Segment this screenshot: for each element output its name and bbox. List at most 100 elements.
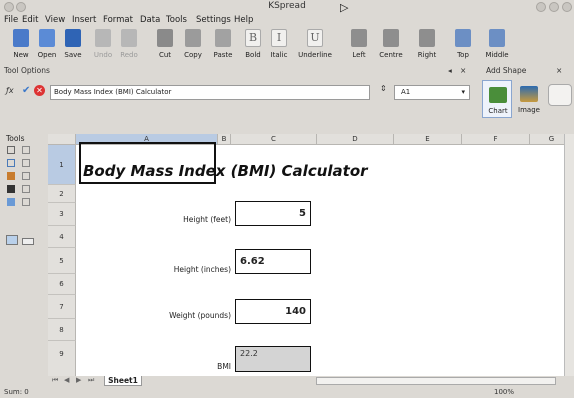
scissors-icon — [157, 29, 173, 47]
window-title: KSpread — [268, 1, 306, 11]
function-icon[interactable]: ƒx — [6, 86, 14, 95]
save-icon — [65, 29, 81, 47]
align-top-icon — [455, 29, 471, 47]
mouse-cursor-icon: ▷ — [340, 1, 349, 14]
left-button[interactable]: Left — [342, 27, 376, 65]
corner-header[interactable] — [48, 134, 76, 145]
pencil-tool-icon[interactable] — [7, 172, 15, 180]
middle-button[interactable]: Middle — [480, 27, 514, 65]
save-button[interactable]: Save — [56, 27, 90, 65]
height-feet-cell[interactable]: 5 — [235, 201, 311, 226]
row-header-8[interactable]: 8 — [48, 319, 76, 341]
spin-updown-icon[interactable]: ⇕ — [380, 84, 387, 93]
row-header-6[interactable]: 6 — [48, 274, 76, 295]
menu-format[interactable]: Format — [103, 15, 133, 25]
dock-float-icon[interactable]: ◂ — [448, 66, 452, 75]
zoom-level[interactable]: 100% — [494, 388, 514, 396]
bmi-result-cell[interactable]: 22.2 — [235, 346, 311, 372]
add-shape-header[interactable]: Add Shape — [486, 66, 526, 75]
select-tool-icon[interactable] — [7, 146, 15, 154]
cell-tool-icon[interactable] — [6, 235, 18, 245]
chart-shape-button[interactable]: Chart — [482, 80, 512, 118]
zoom-tool-icon[interactable] — [7, 159, 15, 167]
formula-input[interactable]: Body Mass Index (BMI) Calculator — [50, 85, 370, 100]
spreadsheet-grid[interactable]: A B C D E F G 1 2 3 4 5 6 7 8 9 Body Mas… — [48, 134, 574, 377]
add-shape-panel: Chart Image — [476, 78, 574, 122]
right-button[interactable]: Right — [410, 27, 444, 65]
menu-help[interactable]: Help — [234, 15, 253, 25]
undo-icon — [95, 29, 111, 47]
paste-icon — [215, 29, 231, 47]
sheet-tab-bar: ⏮ ◀ ▶ ⏭ Sheet1 — [48, 376, 574, 387]
italic-button[interactable]: I Italic — [262, 27, 296, 65]
close-icon[interactable] — [562, 2, 572, 12]
menu-data[interactable]: Data — [140, 15, 160, 25]
tool-options-header[interactable]: Tool Options — [4, 66, 50, 75]
more-shapes-icon[interactable] — [548, 84, 572, 106]
connector-tool-icon[interactable] — [7, 198, 15, 206]
dock-close-icon[interactable]: × — [460, 66, 466, 75]
top-button[interactable]: Top — [446, 27, 480, 65]
column-header-b[interactable]: B — [218, 134, 231, 145]
accept-check-icon[interactable]: ✔ — [22, 85, 30, 96]
italic-icon: I — [271, 29, 287, 47]
row-header-2[interactable]: 2 — [48, 185, 76, 203]
centre-button[interactable]: Centre — [374, 27, 408, 65]
tools-dock: Tools — [0, 132, 46, 382]
menu-file[interactable]: File — [4, 15, 18, 25]
menu-settings[interactable]: Settings — [196, 15, 231, 25]
row-header-7[interactable]: 7 — [48, 295, 76, 319]
menu-tools[interactable]: Tools — [166, 15, 187, 25]
copy-button[interactable]: Copy — [176, 27, 210, 65]
path-tool-icon[interactable] — [7, 185, 15, 193]
redo-icon — [121, 29, 137, 47]
menu-insert[interactable]: Insert — [72, 15, 96, 25]
row-header-3[interactable]: 3 — [48, 203, 76, 226]
row-header-9[interactable]: 9 — [48, 341, 76, 377]
row-header-4[interactable]: 4 — [48, 226, 76, 248]
image-shape-button[interactable]: Image — [514, 80, 544, 118]
sheet-tab-sheet1[interactable]: Sheet1 — [104, 376, 142, 386]
menu-bar: File Edit View Insert Format Data Tools … — [0, 14, 574, 27]
column-header-d[interactable]: D — [317, 134, 394, 145]
maximize-icon[interactable] — [549, 2, 559, 12]
first-sheet-icon[interactable]: ⏮ — [52, 376, 58, 385]
previous-sheet-icon[interactable]: ◀ — [64, 376, 69, 384]
image-shape-label: Image — [518, 106, 540, 114]
bmi-label: BMI — [217, 362, 231, 371]
horizontal-scrollbar[interactable] — [316, 377, 556, 385]
redo-button[interactable]: Redo — [112, 27, 146, 65]
tools-header[interactable]: Tools — [6, 134, 24, 143]
pan-tool-icon[interactable] — [22, 146, 30, 154]
cancel-icon[interactable]: ✕ — [34, 85, 45, 96]
column-header-c[interactable]: C — [231, 134, 317, 145]
next-sheet-icon[interactable]: ▶ — [76, 376, 81, 384]
sheet-title-cell[interactable]: Body Mass Index (BMI) Calculator — [83, 162, 368, 180]
title-bar: KSpread ▷ — [0, 0, 574, 14]
menu-edit[interactable]: Edit — [22, 15, 38, 25]
weight-pounds-cell[interactable]: 140 — [235, 299, 311, 324]
paste-button[interactable]: Paste — [206, 27, 240, 65]
text-tool-icon[interactable] — [22, 198, 30, 206]
column-header-e[interactable]: E — [394, 134, 462, 145]
bold-icon: B — [245, 29, 261, 47]
align-left-icon — [351, 29, 367, 47]
vertical-scrollbar[interactable] — [564, 134, 574, 377]
status-bar: Sum: 0 100% — [0, 388, 574, 398]
column-header-f[interactable]: F — [462, 134, 530, 145]
underline-button[interactable]: U Underline — [298, 27, 332, 65]
cell-reference-combo[interactable]: A1 ▾ — [394, 85, 470, 100]
dock-close-icon-2[interactable]: × — [556, 66, 562, 75]
table-tool-icon[interactable] — [22, 238, 34, 245]
minimize-icon[interactable] — [536, 2, 546, 12]
pattern-tool-icon[interactable] — [22, 172, 30, 180]
row-header-1[interactable]: 1 — [48, 145, 76, 185]
last-sheet-icon[interactable]: ⏭ — [88, 376, 94, 385]
main-toolbar: New Open Save Undo Redo Cut Copy Paste B Bold I Ita… — [0, 27, 574, 65]
height-inches-cell[interactable]: 6.62 — [235, 249, 311, 274]
shape-tool-icon[interactable] — [22, 185, 30, 193]
gradient-tool-icon[interactable] — [22, 159, 30, 167]
menu-view[interactable]: View — [45, 15, 65, 25]
height-inches-label: Height (inches) — [173, 265, 231, 274]
row-header-5[interactable]: 5 — [48, 248, 76, 274]
